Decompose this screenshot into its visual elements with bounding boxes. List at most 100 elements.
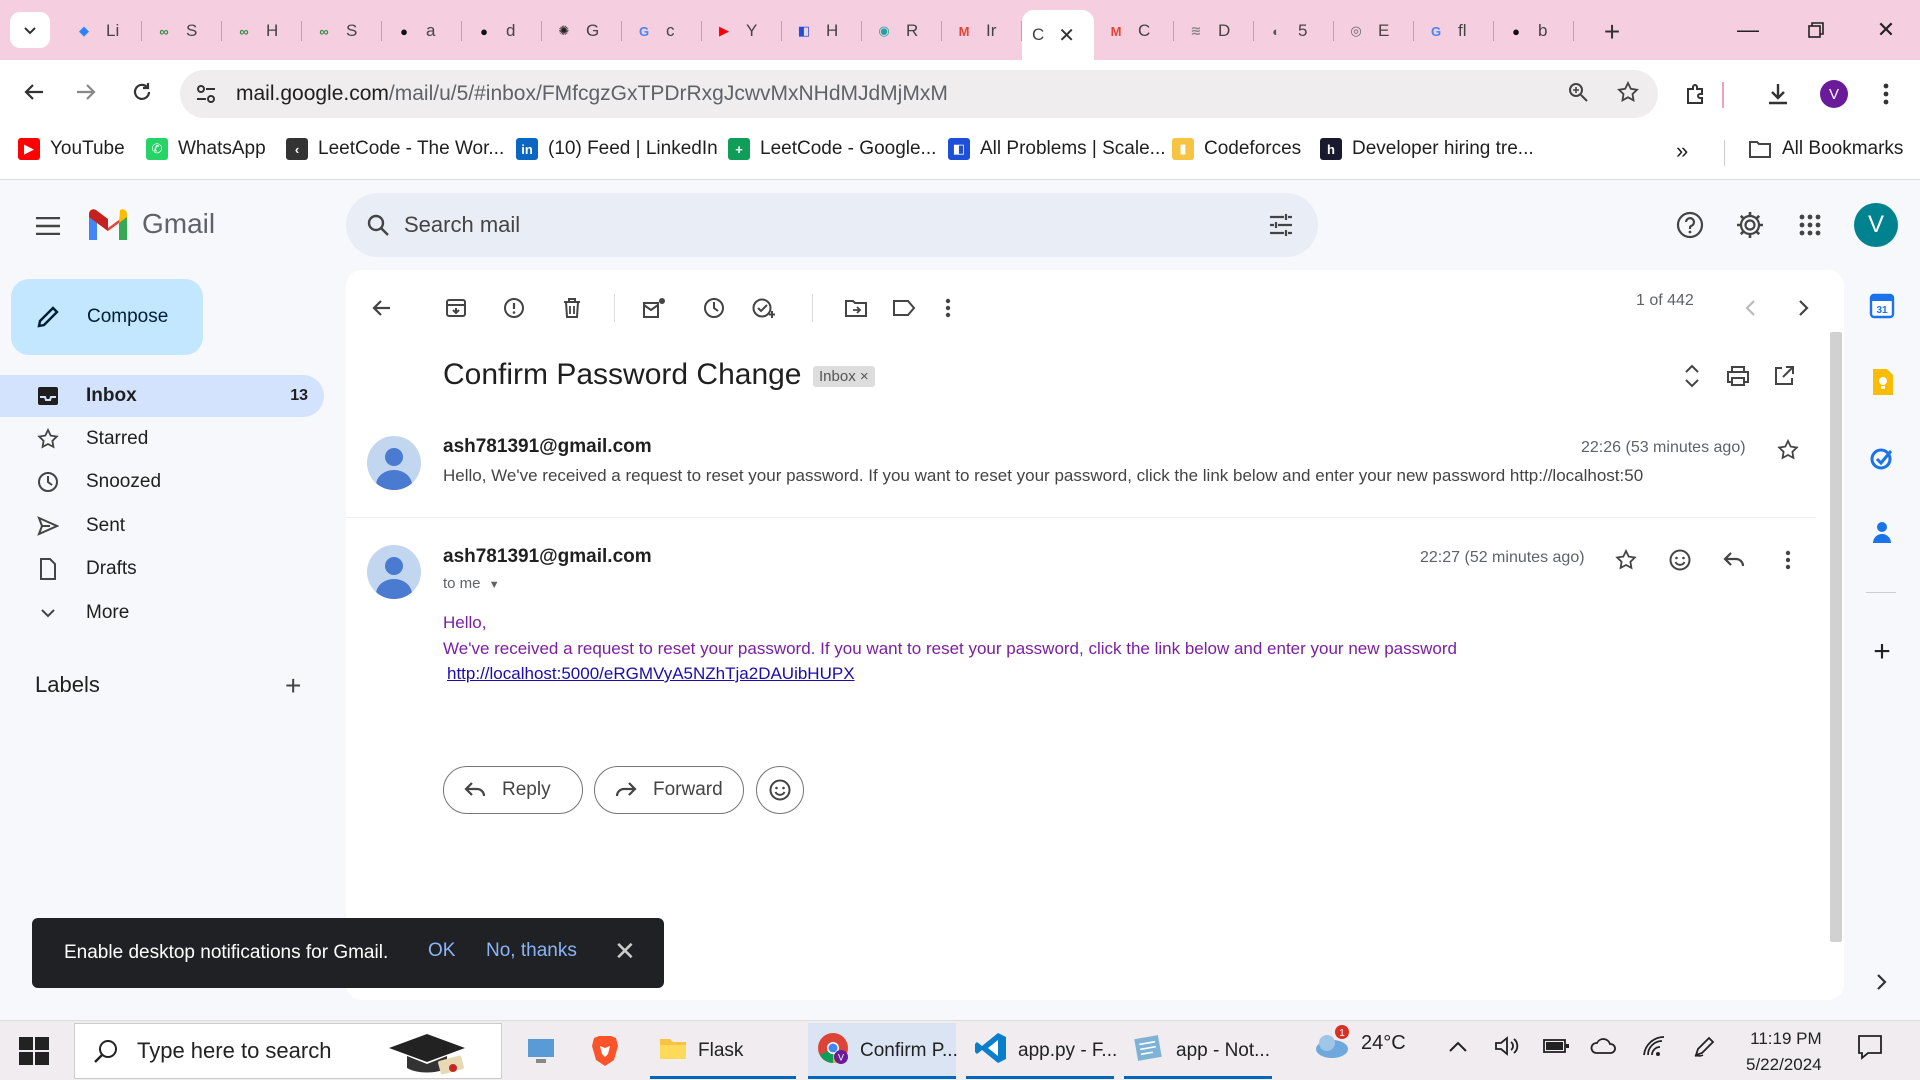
labels-button[interactable] xyxy=(886,290,922,326)
delete-button[interactable] xyxy=(554,290,590,326)
emoji-reaction-button[interactable] xyxy=(756,766,804,814)
browser-tab[interactable]: ◐ 5 xyxy=(1254,10,1334,52)
google-apps-button[interactable] xyxy=(1790,205,1830,245)
mark-unread-button[interactable] xyxy=(636,290,672,326)
expand-all-button[interactable] xyxy=(1674,358,1710,394)
brave-browser-button[interactable] xyxy=(590,1023,626,1079)
sidebar-item-sent[interactable]: Sent xyxy=(0,505,324,547)
toast-close-icon[interactable]: ✕ xyxy=(614,936,636,967)
volume-button[interactable] xyxy=(1494,1035,1520,1062)
windows-start-icon[interactable] xyxy=(16,1033,52,1069)
toast-ok-button[interactable]: OK xyxy=(428,940,455,962)
forward-action-button[interactable]: Forward xyxy=(594,766,744,814)
toast-no-thanks-button[interactable]: No, thanks xyxy=(486,940,577,962)
search-options-icon[interactable] xyxy=(1268,213,1294,237)
search-input[interactable] xyxy=(404,193,1184,257)
bookmark-item[interactable]: ▮ Codeforces xyxy=(1172,138,1301,160)
browser-tab[interactable]: Gc xyxy=(622,10,702,52)
browser-tab[interactable]: ◧ H xyxy=(782,10,862,52)
create-label-button[interactable]: + xyxy=(285,670,301,702)
archive-button[interactable] xyxy=(438,290,474,326)
message-snippet[interactable]: Hello, We've received a request to reset… xyxy=(443,466,1643,486)
forward-button[interactable] xyxy=(66,72,106,112)
bookmark-item[interactable]: ‹ LeetCode - The Wor... xyxy=(286,138,504,160)
search-icon[interactable] xyxy=(366,213,390,237)
sender-email[interactable]: ash781391@gmail.com xyxy=(443,546,652,568)
downloads-button[interactable] xyxy=(1758,74,1798,114)
pen-menu-button[interactable] xyxy=(1692,1035,1716,1064)
close-window-button[interactable]: ✕ xyxy=(1858,8,1914,52)
browser-tab[interactable]: ∞ S xyxy=(142,10,222,52)
profile-button[interactable]: V xyxy=(1814,74,1854,114)
star-button[interactable] xyxy=(1608,542,1644,578)
sidebar-item-drafts[interactable]: Drafts xyxy=(0,548,324,590)
site-settings-icon[interactable] xyxy=(194,82,218,106)
browser-tab[interactable]: Gfl xyxy=(1414,10,1494,52)
search-bar[interactable] xyxy=(346,193,1318,257)
sidebar-item-more[interactable]: More xyxy=(0,592,324,634)
browser-tab[interactable]: ∞ H xyxy=(222,10,302,52)
browser-tab[interactable]: ● a xyxy=(382,10,462,52)
bookmark-item[interactable]: ✆ WhatsApp xyxy=(146,138,266,160)
network-button[interactable] xyxy=(1642,1035,1666,1062)
reply-button[interactable] xyxy=(1716,542,1752,578)
back-button[interactable] xyxy=(14,72,54,112)
taskbar-search-box[interactable]: Type here to search xyxy=(74,1023,502,1079)
browser-tab[interactable]: ∞ S xyxy=(302,10,382,52)
new-tab-button[interactable]: + xyxy=(1594,14,1630,50)
support-button[interactable] xyxy=(1670,205,1710,245)
gmail-logo[interactable]: Gmail xyxy=(86,208,215,240)
browser-tab[interactable]: ◎ E xyxy=(1334,10,1414,52)
compose-button[interactable]: Compose xyxy=(11,279,203,355)
settings-button[interactable] xyxy=(1730,205,1770,245)
account-avatar[interactable]: V xyxy=(1854,203,1898,247)
snooze-button[interactable] xyxy=(696,290,732,326)
notifications-button[interactable] xyxy=(1856,1033,1884,1066)
sidebar-item-inbox[interactable]: Inbox 13 xyxy=(0,375,324,417)
restore-button[interactable] xyxy=(1788,8,1844,52)
extensions-button[interactable] xyxy=(1676,74,1716,114)
battery-button[interactable] xyxy=(1542,1037,1570,1060)
bookmark-item[interactable]: h Developer hiring tre... xyxy=(1320,138,1534,160)
older-button[interactable] xyxy=(1786,290,1822,326)
browser-tab[interactable]: M Ir xyxy=(942,10,1022,52)
bookmark-star-icon[interactable] xyxy=(1616,80,1640,104)
taskbar-app[interactable]: Flask xyxy=(650,1023,796,1079)
calendar-app-button[interactable]: 31 xyxy=(1864,288,1900,324)
bookmark-item[interactable]: ▶ YouTube xyxy=(18,138,125,160)
reload-button[interactable] xyxy=(122,72,162,112)
bookmark-item[interactable]: + LeetCode - Google... xyxy=(728,138,936,160)
system-clock[interactable]: 11:19 PM 5/22/2024 xyxy=(1746,1026,1822,1078)
keep-app-button[interactable] xyxy=(1864,364,1900,400)
sender-email[interactable]: ash781391@gmail.com xyxy=(443,436,652,458)
browser-tab[interactable]: ● d xyxy=(462,10,542,52)
taskbar-app[interactable]: V Confirm P... xyxy=(808,1023,958,1079)
browser-tab[interactable]: ◉ R xyxy=(862,10,942,52)
back-to-inbox-button[interactable] xyxy=(364,290,400,326)
sidebar-item-starred[interactable]: Starred xyxy=(0,418,324,460)
star-button[interactable] xyxy=(1770,432,1806,468)
onedrive-button[interactable] xyxy=(1590,1037,1618,1060)
add-reaction-button[interactable] xyxy=(1662,542,1698,578)
newer-button[interactable] xyxy=(1732,290,1768,326)
more-bookmarks-button[interactable]: » xyxy=(1676,138,1688,164)
browser-tab[interactable]: ● b xyxy=(1494,10,1574,52)
more-message-actions-button[interactable] xyxy=(1770,542,1806,578)
sidebar-item-snoozed[interactable]: Snoozed xyxy=(0,461,324,503)
report-spam-button[interactable] xyxy=(496,290,532,326)
taskbar-app[interactable]: app.py - F... xyxy=(966,1023,1117,1079)
browser-tab[interactable]: ≋ D xyxy=(1174,10,1254,52)
zoom-icon[interactable] xyxy=(1566,80,1590,104)
browser-tab[interactable]: ▶ Y xyxy=(702,10,782,52)
address-bar[interactable]: mail.google.com/mail/u/5/#inbox/FMfcgzGx… xyxy=(180,70,1658,118)
recipient-details-toggle[interactable]: to me ▼ xyxy=(443,575,500,592)
tasks-app-button[interactable] xyxy=(1864,440,1900,476)
bookmark-item[interactable]: ◧ All Problems | Scale... xyxy=(948,138,1166,160)
tab-search-button[interactable] xyxy=(10,12,50,48)
minimize-button[interactable]: — xyxy=(1720,8,1776,52)
browser-tab-active[interactable]: C ✕ xyxy=(1022,10,1094,60)
all-bookmarks-button[interactable]: All Bookmarks xyxy=(1748,138,1903,160)
chrome-menu-button[interactable] xyxy=(1866,74,1906,114)
print-button[interactable] xyxy=(1720,358,1756,394)
close-tab-icon[interactable]: ✕ xyxy=(1058,23,1075,48)
